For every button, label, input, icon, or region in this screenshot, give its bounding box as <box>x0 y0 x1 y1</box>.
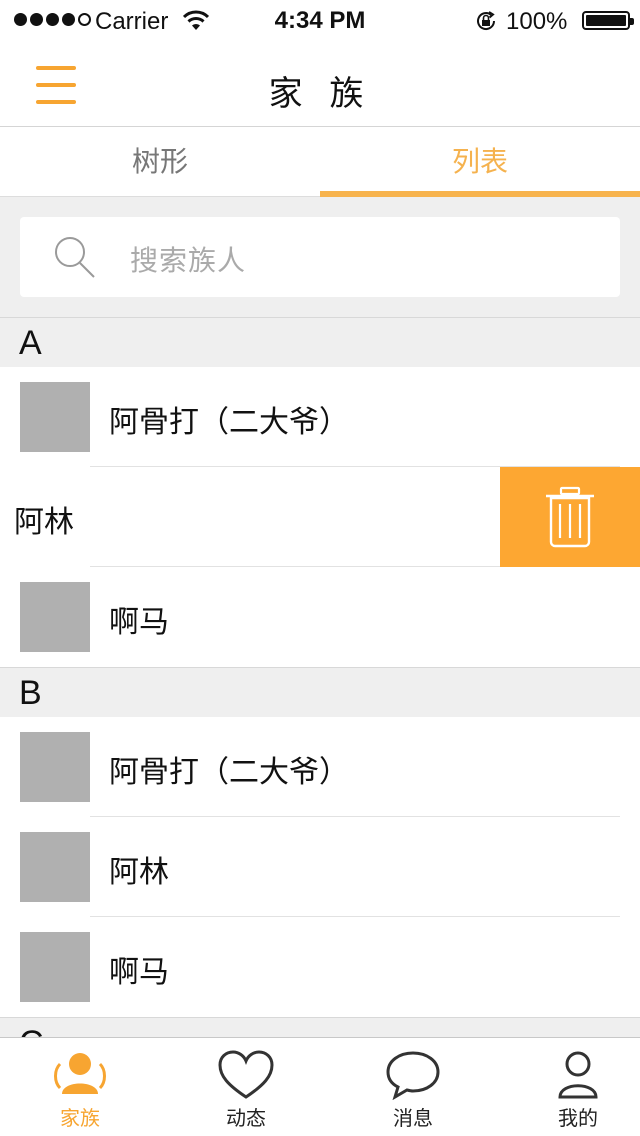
avatar <box>20 582 90 652</box>
tab-messages[interactable]: 消息 <box>333 1038 493 1136</box>
tab-list[interactable]: 列表 <box>320 127 640 197</box>
member-name: 啊马 <box>109 955 169 990</box>
section-header-b: B <box>0 667 640 717</box>
avatar <box>20 932 90 1002</box>
person-icon <box>558 1051 598 1099</box>
member-name: 阿骨打（二大爷） <box>109 405 349 440</box>
member-name: 阿林 <box>14 505 74 540</box>
search-placeholder: 搜索族人 <box>130 244 247 277</box>
tab-moments[interactable]: 动态 <box>166 1038 326 1136</box>
navigation-bar: 家 族 <box>0 40 640 127</box>
avatar <box>20 732 90 802</box>
tab-label: 动态 <box>226 1106 266 1130</box>
battery-percent: 100% <box>506 8 568 35</box>
member-name: 啊马 <box>109 605 169 640</box>
section-header-a: A <box>0 317 640 367</box>
member-name: 阿骨打（二大爷） <box>109 755 349 790</box>
family-icon <box>54 1053 106 1094</box>
tab-label: 我的 <box>558 1106 598 1130</box>
status-bar: Carrier 4:34 PM 100% <box>0 0 640 40</box>
tab-label: 家族 <box>60 1106 100 1130</box>
tab-profile[interactable]: 我的 <box>498 1038 640 1136</box>
search-input[interactable]: 搜索族人 <box>20 217 620 297</box>
tab-label: 消息 <box>393 1106 433 1130</box>
avatar <box>20 832 90 902</box>
page-title: 家 族 <box>268 74 372 114</box>
battery-icon <box>582 11 634 30</box>
active-tab-indicator <box>320 191 640 197</box>
view-mode-tabs: 树形 列表 <box>0 127 640 197</box>
list-item[interactable]: 啊马 <box>0 567 640 667</box>
list-item-swiped[interactable]: 阿林 <box>0 467 640 567</box>
chat-bubble-icon <box>386 1051 440 1100</box>
list-item[interactable]: 阿骨打（二大爷） <box>0 367 640 467</box>
rotation-lock-icon <box>477 11 496 30</box>
list-item[interactable]: 阿骨打（二大爷） <box>0 717 640 817</box>
heart-icon <box>218 1050 274 1099</box>
search-icon <box>55 237 95 278</box>
member-name: 阿林 <box>109 855 169 890</box>
delete-button[interactable] <box>500 467 640 567</box>
avatar <box>20 382 90 452</box>
trash-icon <box>546 486 594 548</box>
tab-family[interactable]: 家族 <box>0 1038 160 1136</box>
bottom-tab-bar: 家族 动态 消息 我的 <box>0 1037 640 1136</box>
tab-tree[interactable]: 树形 <box>0 127 320 197</box>
list-item[interactable]: 啊马 <box>0 917 640 1017</box>
list-item[interactable]: 阿林 <box>0 817 640 917</box>
